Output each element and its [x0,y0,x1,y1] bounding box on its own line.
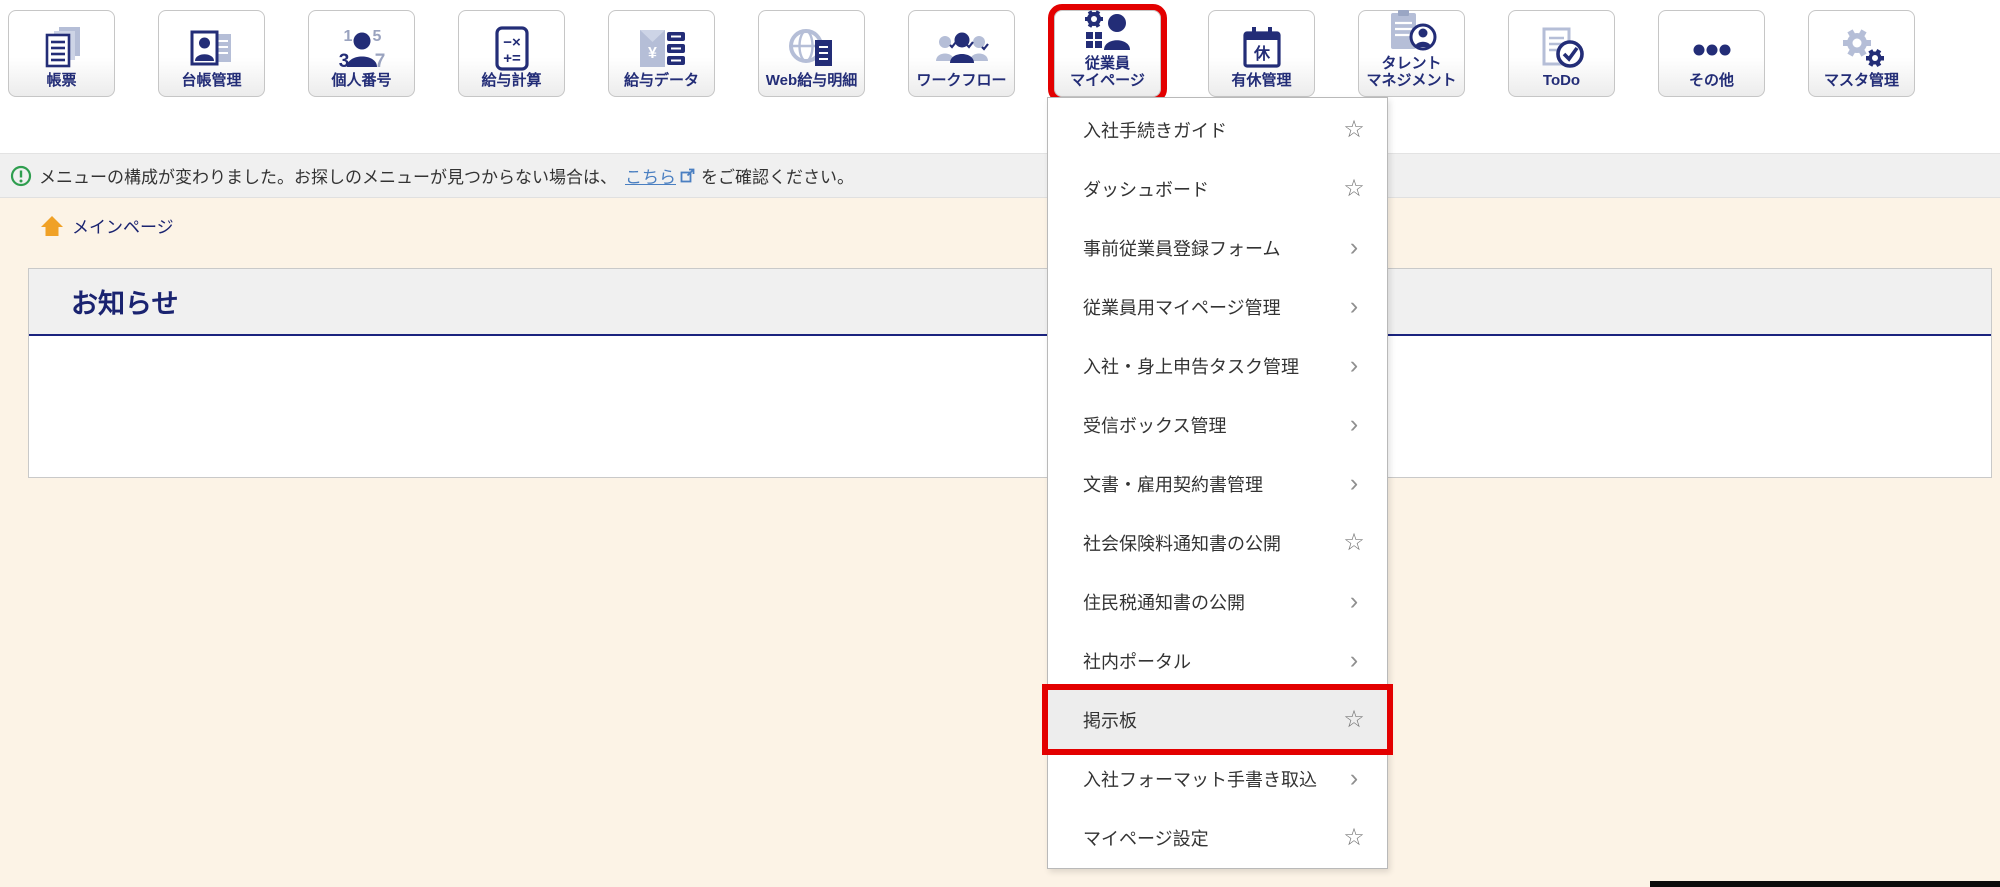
svg-text:休: 休 [1252,44,1270,63]
toolbar-button-label: ToDo [1542,71,1581,89]
menu-item-company-portal[interactable]: 社内ポータル › [1048,631,1387,690]
submenu-chevron-icon: › [1349,764,1359,792]
my-number-icon: 1 5 3 7 [338,28,385,72]
toolbar-button-others[interactable]: その他 [1658,10,1765,97]
external-link-icon[interactable] [680,168,695,183]
toolbar-button-leave-management[interactable]: 休 有休管理 [1208,10,1315,97]
toolbar-button-talent-management[interactable]: タレント マネジメント [1358,10,1465,97]
submenu-chevron-icon: › [1349,292,1359,320]
menu-item-bulletin-board[interactable]: 掲示板 ☆ [1042,684,1393,755]
web-payslip-icon [788,28,832,66]
svg-text:−×: −× [503,34,521,51]
svg-text:3: 3 [338,51,349,72]
menu-item-onboarding-guide[interactable]: 入社手続きガイド ☆ [1048,100,1387,159]
toolbar-button-label: ワークフロー [916,71,1007,89]
calculator-icon: −× += [494,25,529,71]
notification-text: メニューの構成が変わりました。お探しのメニューが見つからない場合は、 [39,168,617,187]
notification-text-after: をご確認ください。 [701,168,854,187]
favorite-star-icon[interactable]: ☆ [1341,705,1367,734]
toolbar-button-employee-mypage[interactable]: 従業員 マイページ [1048,4,1167,103]
notification-bar: メニューの構成が変わりました。お探しのメニューが見つからない場合は、 こちら を… [0,153,2000,198]
info-icon [10,165,32,186]
submenu-chevron-icon: › [1349,351,1359,379]
talent-icon [1390,10,1436,51]
menu-item-mypage-settings[interactable]: マイページ設定 ☆ [1048,808,1387,867]
submenu-chevron-icon: › [1349,646,1359,674]
svg-text:5: 5 [372,28,381,45]
workflow-icon [935,32,989,63]
leave-calendar-icon: 休 [1242,26,1281,68]
toolbar-button-todo[interactable]: ToDo [1508,10,1615,97]
svg-text:¥: ¥ [648,45,657,62]
submenu-chevron-icon: › [1349,410,1359,438]
toolbar-button-label: 台帳管理 [181,71,242,89]
svg-text:+=: += [503,50,521,67]
menu-item-onboarding-personal-report-task-management[interactable]: 入社・身上申告タスク管理 › [1048,336,1387,395]
breadcrumb[interactable]: メインページ [40,213,174,238]
toolbar-button-master-management[interactable]: マスタ管理 [1808,10,1915,97]
breadcrumb-label: メインページ [72,218,174,237]
menu-item-document-employment-contract-management[interactable]: 文書・雇用契約書管理 › [1048,454,1387,513]
menu-item-resident-tax-notice-publication[interactable]: 住民税通知書の公開 › [1048,572,1387,631]
main-toolbar: 帳票 台帳管理 1 5 3 7 個人番号 −× += 給与計算 ¥ 給与データ … [0,0,2000,153]
toolbar-button-label: 有休管理 [1231,71,1292,89]
menu-item-dashboard[interactable]: ダッシュボード ☆ [1048,159,1387,218]
home-icon [41,215,63,236]
submenu-chevron-icon: › [1349,469,1359,497]
favorite-star-icon[interactable]: ☆ [1341,174,1367,203]
payroll-data-icon: ¥ [639,29,685,67]
todo-icon [1542,27,1584,68]
submenu-chevron-icon: › [1349,233,1359,261]
toolbar-button-payroll-calc[interactable]: −× += 給与計算 [458,10,565,97]
submenu-chevron-icon: › [1349,587,1359,615]
toolbar-button-label: 個人番号 [331,71,392,89]
toolbar-button-workflow[interactable]: ワークフロー [908,10,1015,97]
menu-item-social-insurance-notice-publication[interactable]: 社会保険料通知書の公開 ☆ [1048,513,1387,572]
toolbar-button-label: 帳票 [46,71,77,89]
employee-mypage-dropdown-menu: 入社手続きガイド ☆ ダッシュボード ☆ 事前従業員登録フォーム › 従業員用マ… [1042,97,1393,869]
employee-mypage-icon [1084,10,1130,50]
master-gear-icon [1842,28,1884,67]
favorite-star-icon[interactable]: ☆ [1341,115,1367,144]
menu-item-onboarding-format-handwriting-import[interactable]: 入社フォーマット手書き取込 › [1048,749,1387,808]
toolbar-button-label: 従業員 マイページ [1070,55,1145,89]
toolbar-button-label: 給与計算 [481,71,542,89]
notification-link[interactable]: こちら [625,163,676,188]
notices-panel-header: お知らせ [29,269,1991,336]
toolbar-button-payroll-data[interactable]: ¥ 給与データ [608,10,715,97]
menu-item-inbox-management[interactable]: 受信ボックス管理 › [1048,395,1387,454]
toolbar-button-web-payslip[interactable]: Web給与明細 [758,10,865,97]
notices-panel: お知らせ [28,268,1992,478]
toolbar-button-ledger[interactable]: 台帳管理 [158,10,265,97]
toolbar-button-label: その他 [1688,71,1734,89]
more-dots-icon [1693,44,1730,55]
menu-item-employee-mypage-management[interactable]: 従業員用マイページ管理 › [1048,277,1387,336]
toolbar-button-label: タレント マネジメント [1366,55,1457,89]
menu-item-pre-employee-registration-form[interactable]: 事前従業員登録フォーム › [1048,218,1387,277]
favorite-star-icon[interactable]: ☆ [1341,823,1367,852]
toolbar-button-label: マスタ管理 [1823,71,1899,89]
black-bar [1650,881,2000,887]
section-title: お知らせ [71,289,179,319]
svg-text:7: 7 [374,51,385,72]
toolbar-button-label: Web給与明細 [765,71,858,89]
favorite-star-icon[interactable]: ☆ [1341,528,1367,557]
toolbar-button-my-number[interactable]: 1 5 3 7 個人番号 [308,10,415,97]
toolbar-button-label: 給与データ [623,71,699,89]
svg-text:1: 1 [343,28,352,45]
ledger-icon [190,30,231,65]
toolbar-button-forms[interactable]: 帳票 [8,10,115,97]
documents-icon [45,26,80,67]
